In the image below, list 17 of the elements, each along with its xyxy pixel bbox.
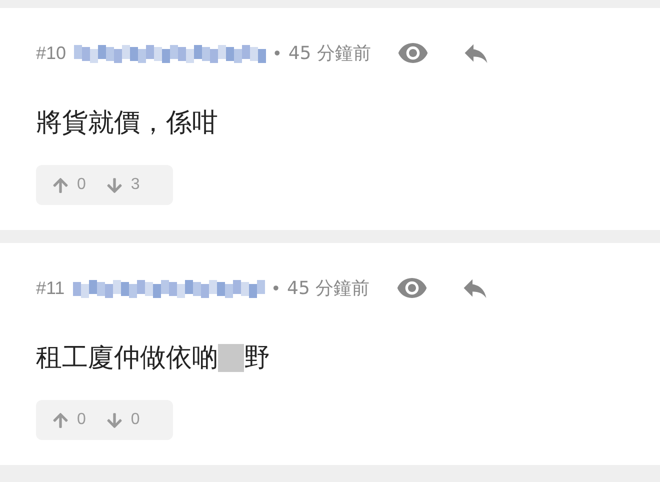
down-arrow-icon (106, 412, 123, 428)
comment-number: #11 (36, 276, 65, 300)
comment-text: 租工廈仲做依啲 (36, 342, 218, 374)
upvote-button[interactable]: 0 (52, 408, 86, 432)
comment-number: #10 (36, 42, 66, 64)
separator-dot: • (274, 42, 280, 64)
upvote-button[interactable]: 0 (52, 173, 86, 197)
up-arrow-icon (52, 176, 69, 194)
comment-time: 45 分鐘前 (288, 42, 371, 66)
up-arrow-icon (52, 412, 69, 428)
comment-text: 將貨就價，係咁 (36, 106, 218, 140)
comment-time: 45 分鐘前 (287, 276, 370, 300)
separator-dot: • (272, 276, 280, 300)
down-arrow-icon (106, 176, 123, 194)
comment-text: 野 (244, 342, 270, 374)
downvote-button[interactable]: 0 (106, 408, 140, 432)
downvote-button[interactable]: 3 (106, 173, 140, 197)
